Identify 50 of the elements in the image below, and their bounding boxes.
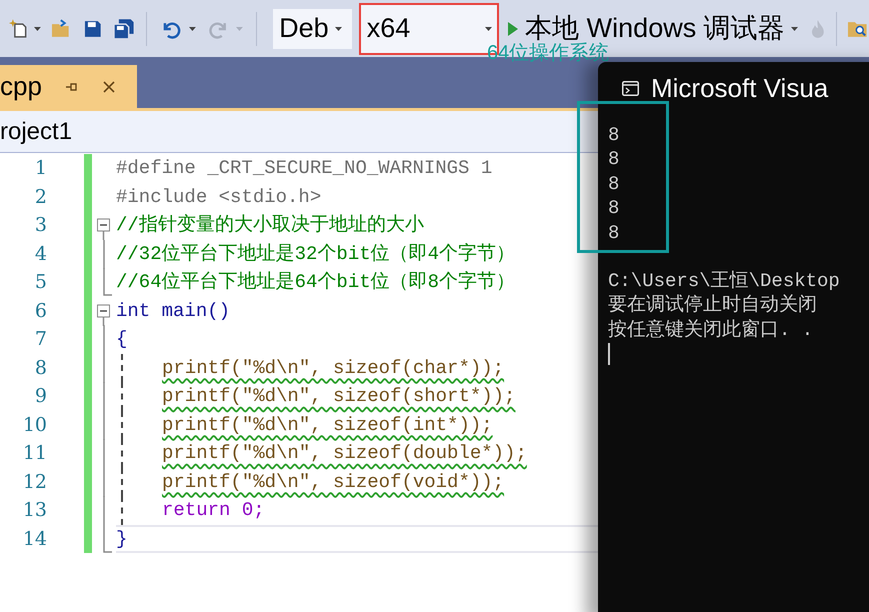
line-number: 12 [22,470,47,494]
code-line: //32位平台下地址是32个bit位（即4个字节） [116,242,516,266]
code-line: #include <stdio.h> [116,184,322,210]
play-icon [507,20,520,36]
line-number: 5 [34,270,47,295]
console-output-line: 8 [608,123,620,148]
console-message: C:\Users\王恒\Desktop [608,269,840,294]
caret-icon[interactable] [485,26,494,32]
console-icon [622,81,639,96]
line-number: 9 [34,384,47,409]
code-line: printf("%d\n", sizeof(int*)); [162,412,493,438]
code-line: printf("%d\n", sizeof(double*)); [162,441,527,466]
code-line: int main() [116,298,230,324]
line-number: 11 [22,441,47,466]
console-output-line: 8 [608,220,620,246]
console-message: 按任意键关闭此窗口. . [608,318,814,342]
line-number: 1 [34,156,47,181]
console-output-line: 8 [608,172,620,196]
save-icon[interactable] [83,18,103,38]
configuration-dropdown[interactable]: Deb [273,8,352,48]
code-line: return 0; [162,498,265,523]
console-output-line: 8 [608,196,620,221]
caret-icon[interactable] [34,26,42,32]
code-line: //64位平台下地址是64个bit位（即8个字节） [116,270,516,295]
line-number: 6 [34,298,47,324]
code-line: #define _CRT_SECURE_NO_WARNINGS 1 [116,156,492,181]
line-number: 14 [22,526,47,552]
console-output-line: 8 [608,147,620,172]
line-number: 3 [34,213,47,238]
caret-icon[interactable] [334,26,343,32]
line-number: 10 [22,412,47,438]
project-dropdown[interactable]: roject1 [0,114,72,150]
caret-icon[interactable] [188,26,197,32]
document-tab[interactable]: cpp [0,65,137,108]
code-line: //指针变量的大小取决于地址的大小 [116,213,424,238]
line-number: 4 [34,242,47,266]
console-message: 要在调试停止时自动关闭 [608,293,817,318]
caret-icon[interactable] [790,26,799,32]
code-line: printf("%d\n", sizeof(char*)); [162,356,504,380]
save-all-icon[interactable] [112,18,134,40]
code-line: printf("%d\n", sizeof(void*)); [162,470,504,494]
line-number: 8 [34,356,47,380]
code-line: { [116,327,128,352]
pin-icon[interactable] [64,82,77,92]
code-line: printf("%d\n", sizeof(short*)); [162,384,516,409]
window-title: Microsoft Visua [651,72,828,105]
close-icon[interactable] [102,80,115,92]
line-number: 7 [34,327,47,352]
line-number: 2 [34,184,47,210]
line-number: 13 [22,498,47,523]
